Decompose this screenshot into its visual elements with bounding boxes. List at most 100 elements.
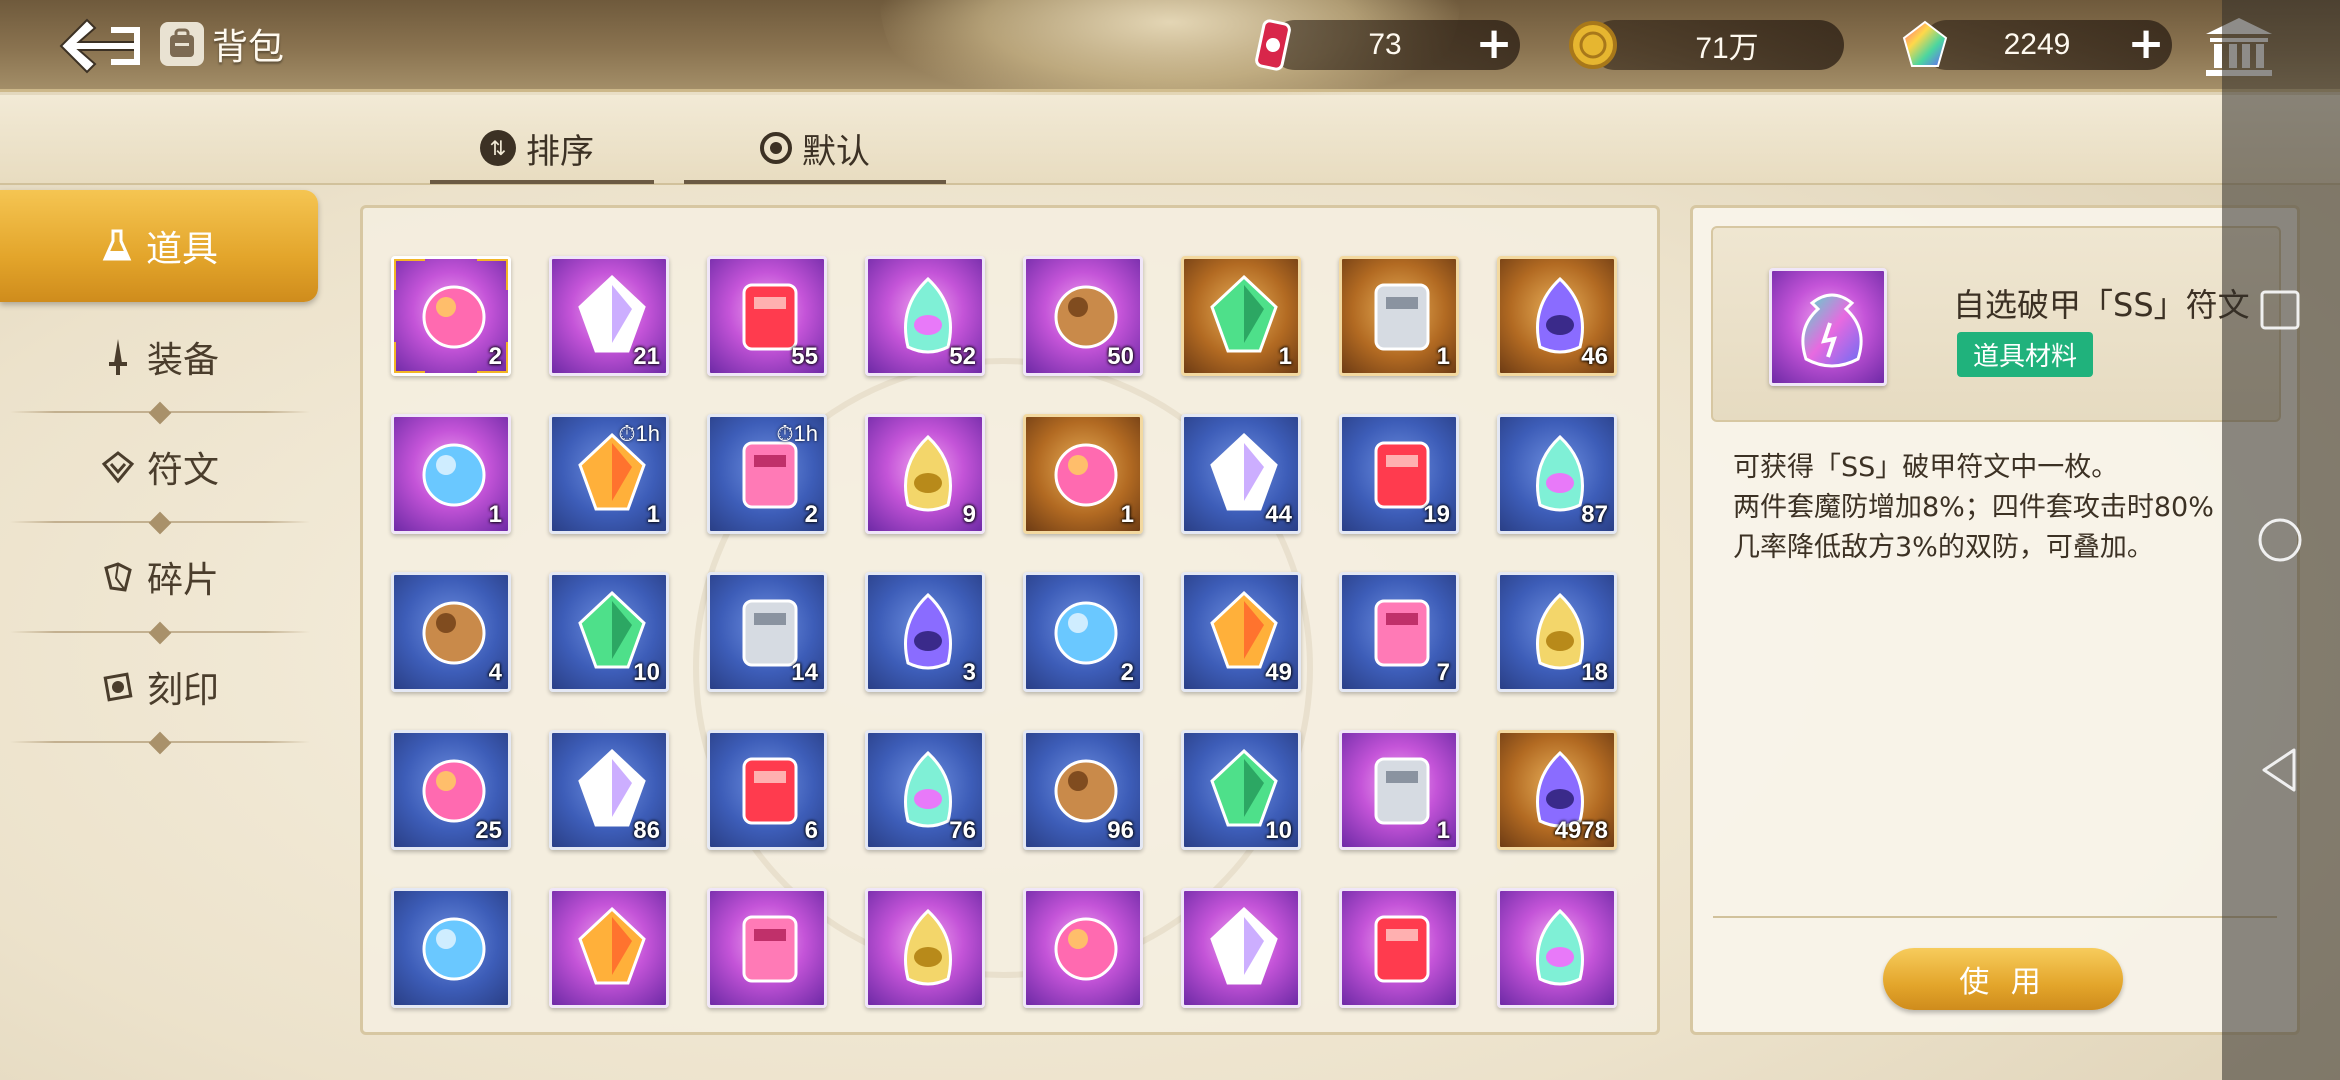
inventory-slot[interactable] (391, 888, 511, 1008)
use-button[interactable]: 使 用 (1883, 948, 2123, 1010)
inventory-slot[interactable] (865, 888, 985, 1008)
inventory-slot[interactable]: 50 (1023, 256, 1143, 376)
inventory-slot[interactable] (1339, 888, 1459, 1008)
recents-button[interactable] (2250, 280, 2310, 340)
rainbow-gem-icon (1902, 20, 1948, 67)
inventory-slot[interactable] (1497, 888, 1617, 1008)
inventory-slot[interactable]: 14 (707, 572, 827, 692)
inventory-slot[interactable]: 2 (391, 256, 511, 376)
inventory-slot[interactable]: ⏱1h 2 (707, 414, 827, 534)
inventory-slot[interactable]: 4978 (1497, 730, 1617, 850)
inventory-grid: 2 21 55 52 50 1 1 46 1 ⏱1h 1 ⏱1h 2 9 1 44 19 87 4 10 14 3 2 49 7… (391, 256, 1617, 1008)
item-quantity: 6 (804, 817, 818, 844)
inventory-slot[interactable]: 25 (391, 730, 511, 850)
inventory-slot[interactable]: 52 (865, 256, 985, 376)
item-quantity: 4 (488, 659, 502, 686)
inventory-slot[interactable]: 3 (865, 572, 985, 692)
add-gem-button[interactable]: + (2126, 22, 2166, 66)
inventory-slot[interactable]: 1 (1339, 730, 1459, 850)
inventory-slot[interactable]: 87 (1497, 414, 1617, 534)
inventory-slot[interactable]: 76 (865, 730, 985, 850)
item-quantity: 44 (1265, 501, 1292, 528)
tab-items[interactable]: 道具 (0, 190, 318, 302)
item-detail-panel: 自选破甲「SS」符文 道具材料 可获得「SS」破甲符文中一枚。 两件套魔防增加8… (1690, 205, 2300, 1035)
inventory-slot[interactable]: 96 (1023, 730, 1143, 850)
item-description: 可获得「SS」破甲符文中一枚。 两件套魔防增加8%；四件套攻击时80% 几率降低… (1733, 448, 2273, 568)
item-quantity: 96 (1107, 817, 1134, 844)
inventory-slot[interactable]: 10 (549, 572, 669, 692)
inventory-slot[interactable]: 44 (1181, 414, 1301, 534)
inventory-slot[interactable]: 1 (1339, 256, 1459, 376)
inventory-slot[interactable]: 21 (549, 256, 669, 376)
inventory-slot[interactable]: 49 (1181, 572, 1301, 692)
item-quantity: 21 (633, 343, 660, 370)
inventory-slot[interactable]: 86 (549, 730, 669, 850)
tab-runes[interactable]: 符文 (0, 412, 320, 535)
item-quantity: 7 (1436, 659, 1450, 686)
item-quantity: 55 (791, 343, 818, 370)
item-quantity: 18 (1581, 659, 1608, 686)
system-nav-bar (2222, 0, 2340, 1080)
ice-crystal-icon (1054, 917, 1118, 981)
detail-divider (1713, 916, 2277, 918)
tab-seals-label: 刻印 (146, 670, 219, 711)
inventory-slot[interactable]: 10 (1181, 730, 1301, 850)
item-quantity: 52 (949, 343, 976, 370)
item-detail-header: 自选破甲「SS」符文 道具材料 (1711, 226, 2281, 422)
sort-button[interactable]: ⇅ 排序 (430, 118, 654, 184)
rainbow-pouch-icon (1801, 293, 1863, 368)
page-title: 背包 (212, 27, 285, 68)
inventory-slot[interactable] (549, 888, 669, 1008)
item-quantity: 10 (633, 659, 660, 686)
inventory-slot[interactable]: 9 (865, 414, 985, 534)
inventory-slot[interactable]: 1 (1023, 414, 1143, 534)
blue-ticket-icon (1210, 906, 1278, 985)
tab-shards[interactable]: 碎片 (0, 522, 320, 645)
inventory-slot[interactable]: 6 (707, 730, 827, 850)
item-quantity: 1 (646, 501, 660, 528)
tab-equipment[interactable]: 装备 (0, 302, 320, 425)
gold-currency: 71万 (1569, 20, 1844, 70)
inventory-slot[interactable]: 2 (1023, 572, 1143, 692)
category-tabs: 道具 装备 符文 碎片 刻印 (0, 190, 320, 755)
clear-crystal-icon (422, 917, 486, 981)
rainbow-amulet-icon (1536, 908, 1584, 986)
inventory-slot[interactable]: 4 (391, 572, 511, 692)
back-button[interactable] (50, 12, 150, 80)
tab-shards-label: 碎片 (146, 560, 219, 601)
inventory-slot[interactable]: 1 (1181, 256, 1301, 376)
tab-seals[interactable]: 刻印 (0, 632, 320, 755)
item-quantity: 1 (1436, 343, 1450, 370)
red-gem-icon (742, 915, 798, 983)
gold-value: 71万 (1695, 32, 1759, 65)
home-button[interactable] (2250, 510, 2310, 570)
gem-currency: 2249 + (1902, 20, 2172, 70)
inventory-slot[interactable] (1181, 888, 1301, 1008)
inventory-slot[interactable]: 55 (707, 256, 827, 376)
inventory-slot[interactable]: 18 (1497, 572, 1617, 692)
inventory-slot[interactable] (1023, 888, 1143, 1008)
default-filter-button[interactable]: 默认 (684, 118, 946, 184)
item-description-line: 可获得「SS」破甲符文中一枚。 (1733, 452, 2119, 483)
item-quantity: 46 (1581, 343, 1608, 370)
timer-badge: ⏱1h (776, 421, 818, 446)
inventory-slot[interactable]: 1 (391, 414, 511, 534)
tab-equipment-label: 装备 (146, 340, 219, 381)
seal-icon (101, 670, 135, 704)
inventory-slot[interactable]: 19 (1339, 414, 1459, 534)
item-quantity: 1 (1120, 501, 1134, 528)
inventory-slot[interactable] (707, 888, 827, 1008)
item-quantity: 2 (1120, 659, 1134, 686)
item-quantity: 9 (962, 501, 976, 528)
item-quantity: 1 (1436, 817, 1450, 844)
back-nav-button[interactable] (2250, 740, 2310, 800)
item-quantity: 50 (1107, 343, 1134, 370)
inventory-slot[interactable]: ⏱1h 1 (549, 414, 669, 534)
sort-label: 排序 (526, 131, 594, 172)
item-quantity: 19 (1423, 501, 1450, 528)
item-quantity: 1 (1278, 343, 1292, 370)
inventory-slot[interactable]: 7 (1339, 572, 1459, 692)
add-energy-button[interactable]: + (1474, 22, 1514, 66)
inventory-slot[interactable]: 46 (1497, 256, 1617, 376)
default-label: 默认 (802, 131, 870, 172)
